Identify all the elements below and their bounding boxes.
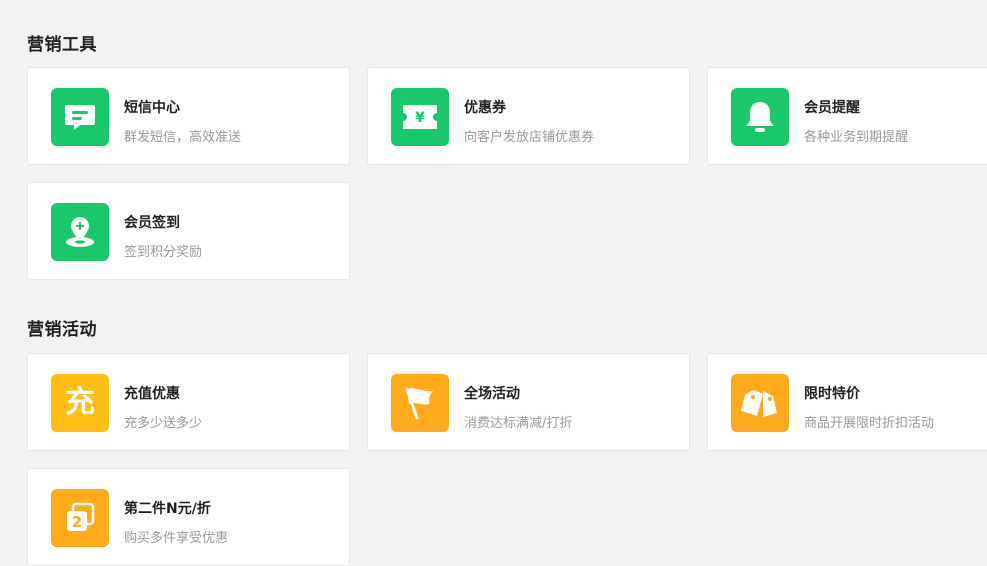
card-member-reminder[interactable]: 会员提醒 各种业务到期提醒 bbox=[707, 67, 987, 165]
card-description: 向客户发放店铺优惠券 bbox=[464, 130, 595, 145]
card-title: 会员提醒 bbox=[804, 100, 860, 116]
card-sms-center[interactable]: 短信中心 群发短信，高效准送 bbox=[27, 67, 350, 165]
card-title: 优惠券 bbox=[464, 100, 506, 116]
card-second-item-discount[interactable]: 2 第二件N元/折 购买多件享受优惠 bbox=[27, 468, 350, 566]
card-description: 充多少送多少 bbox=[124, 416, 203, 431]
card-store-wide-activity[interactable]: 全场活动 消费达标满减/打折 bbox=[367, 353, 690, 451]
svg-text:2: 2 bbox=[72, 513, 82, 531]
card-description: 群发短信，高效准送 bbox=[124, 130, 242, 145]
card-description: 消费达标满减/打折 bbox=[464, 416, 573, 431]
card-member-check-in[interactable]: 会员签到 签到积分奖励 bbox=[27, 182, 350, 280]
price-tag-icon bbox=[731, 374, 789, 432]
card-title: 第二件N元/折 bbox=[124, 501, 211, 517]
sms-icon bbox=[51, 88, 109, 146]
coupon-icon: ¥ bbox=[391, 88, 449, 146]
card-title: 限时特价 bbox=[804, 386, 860, 402]
flag-icon bbox=[391, 374, 449, 432]
card-limited-time-special[interactable]: 限时特价 商品开展限时折扣活动 bbox=[707, 353, 987, 451]
section-title-marketing-tools: 营销工具 bbox=[27, 35, 97, 55]
card-description: 商品开展限时折扣活动 bbox=[804, 416, 935, 431]
card-title: 会员签到 bbox=[124, 215, 180, 231]
bell-icon bbox=[731, 88, 789, 146]
section-title-marketing-activities: 营销活动 bbox=[27, 320, 97, 340]
card-description: 签到积分奖励 bbox=[124, 245, 203, 260]
card-coupon[interactable]: ¥ 优惠券 向客户发放店铺优惠券 bbox=[367, 67, 690, 165]
card-title: 全场活动 bbox=[464, 386, 520, 402]
card-title: 充值优惠 bbox=[124, 386, 180, 402]
card-title: 短信中心 bbox=[124, 100, 180, 116]
card-recharge-discount[interactable]: 充 充值优惠 充多少送多少 bbox=[27, 353, 350, 451]
svg-text:¥: ¥ bbox=[415, 110, 425, 126]
check-in-icon bbox=[51, 203, 109, 261]
card-description: 各种业务到期提醒 bbox=[804, 130, 909, 145]
second-item-icon: 2 bbox=[51, 489, 109, 547]
card-description: 购买多件享受优惠 bbox=[124, 531, 229, 546]
recharge-icon: 充 bbox=[51, 374, 109, 432]
